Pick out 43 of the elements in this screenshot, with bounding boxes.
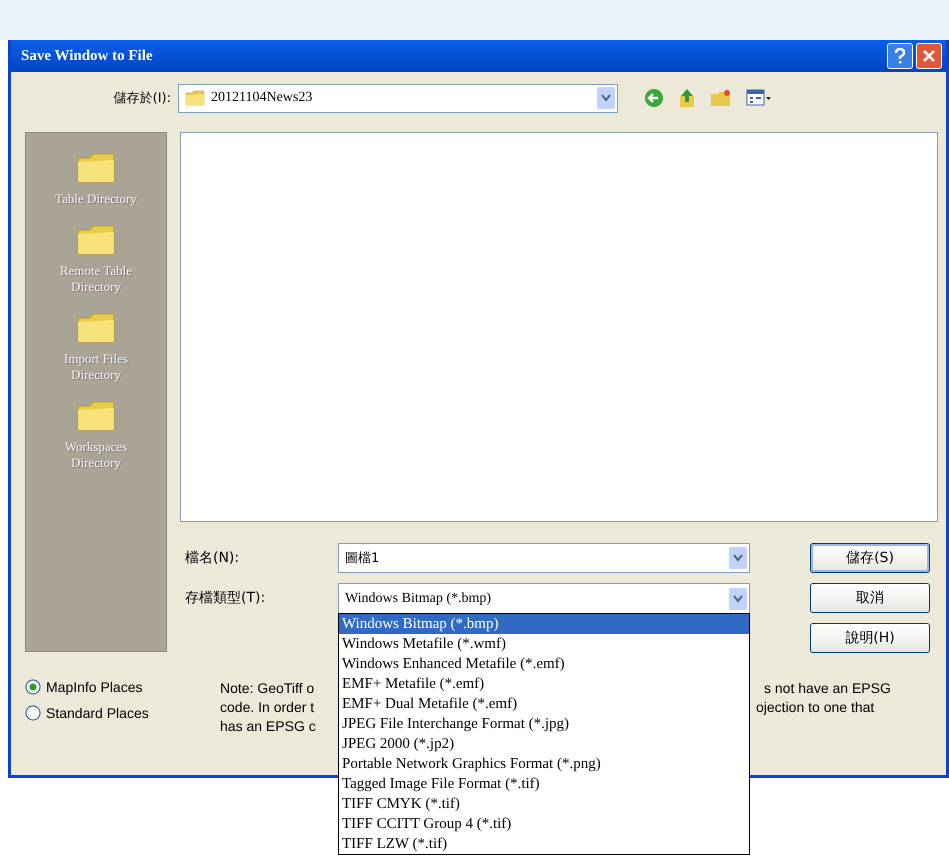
folder-icon [185,90,205,106]
file-name-field[interactable]: 圖檔1 [338,543,750,573]
file-type-option[interactable]: TIFF CMYK (*.tif) [339,794,749,814]
file-type-option[interactable]: EMF+ Dual Metafile (*.emf) [339,694,749,714]
file-type-option[interactable]: Windows Metafile (*.wmf) [339,634,749,654]
file-type-option[interactable]: Windows Enhanced Metafile (*.emf) [339,654,749,674]
folder-icon [76,311,116,345]
note-text: code. In order t [220,698,314,717]
radio-icon[interactable] [25,679,41,695]
folder-icon [76,151,116,185]
file-type-option[interactable]: JPEG 2000 (*.jp2) [339,734,749,754]
file-name-label: 檔名(N): [184,549,240,567]
file-type-option[interactable]: JPEG File Interchange Format (*.jpg) [339,714,749,734]
up-folder-icon[interactable] [678,88,696,108]
save-in-dropdown[interactable]: 20121104News23 [178,84,618,112]
file-type-option[interactable]: TIFF LZW (*.tif) [339,834,749,854]
view-menu-icon[interactable] [746,89,772,107]
radio-option[interactable]: MapInfo Places [25,679,220,695]
folder-icon [76,223,116,257]
question-mark-icon [894,48,906,64]
file-type-option[interactable]: Windows Bitmap (*.bmp) [339,614,749,634]
note-text: ojection to one that [756,698,876,717]
note-text: Note: GeoTiff o [220,679,314,698]
note-text: has an EPSG c [220,717,316,736]
file-type-option[interactable]: TIFF CCITT Group 4 (*.tif) [339,814,749,834]
dialog-button[interactable]: 儲存(S) [810,543,930,573]
folder-icon [76,399,116,433]
new-folder-icon[interactable] [710,89,732,107]
file-type-option[interactable]: Portable Network Graphics Format (*.png) [339,754,749,774]
dialog-button[interactable]: 取消 [810,583,930,613]
file-type-label: 存檔類型(T): [184,589,266,607]
close-icon [922,49,936,63]
file-type-option[interactable]: Tagged Image File Format (*.tif) [339,774,749,794]
help-button[interactable] [887,43,913,69]
window-title: Save Window to File [21,48,154,64]
note-text: s not have an EPSG [763,679,891,698]
dialog-button[interactable]: 說明(H) [810,623,930,653]
close-button[interactable] [916,43,942,69]
radio-icon[interactable] [25,705,41,721]
save-in-label: 儲存於(I): [112,90,171,107]
radio-option[interactable]: Standard Places [25,705,220,721]
file-type-dropdown[interactable]: Windows Bitmap (*.bmp) [338,583,750,615]
file-type-option[interactable]: EMF+ Metafile (*.emf) [339,674,749,694]
